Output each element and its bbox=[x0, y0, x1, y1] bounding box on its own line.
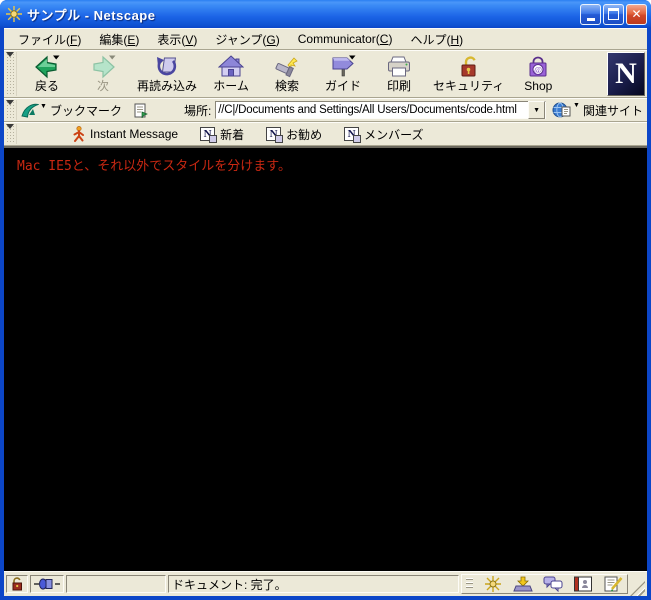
status-text: ドキュメント: 完了。 bbox=[168, 575, 459, 593]
security-label: セキュリティ bbox=[433, 79, 505, 93]
title-bar[interactable]: サンプル - Netscape ✕ bbox=[0, 0, 651, 28]
security-button[interactable]: セキュリティ bbox=[427, 53, 510, 95]
print-button[interactable]: 印刷 bbox=[371, 53, 427, 95]
search-button[interactable]: 検索 bbox=[259, 53, 315, 95]
members-button[interactable]: N メンバーズ bbox=[344, 126, 424, 143]
component-bar-gripper[interactable] bbox=[466, 578, 473, 590]
guide-icon bbox=[332, 55, 356, 77]
back-button[interactable]: 戻る bbox=[19, 53, 75, 95]
component-bar bbox=[461, 574, 628, 594]
home-icon bbox=[218, 55, 245, 77]
personal-toolbar-gripper[interactable] bbox=[5, 124, 17, 144]
related-sites-button[interactable]: ▼ 関連サイト bbox=[546, 101, 647, 119]
netscape-starburst-icon bbox=[6, 6, 22, 22]
reload-label: 再読み込み bbox=[137, 79, 198, 93]
recommended-label: お勧め bbox=[286, 127, 323, 142]
url-dropdown-button[interactable]: ▼ bbox=[528, 101, 546, 119]
page-proxy-icon[interactable] bbox=[134, 103, 148, 118]
maximize-button[interactable] bbox=[603, 3, 624, 25]
bookmarks-dropdown-icon: ▼ bbox=[40, 102, 47, 110]
menu-view[interactable]: 表示(V) bbox=[149, 29, 207, 50]
bookmarks-label: ブックマーク bbox=[49, 103, 122, 118]
forward-button[interactable]: 次 bbox=[75, 53, 131, 95]
recommended-button[interactable]: N お勧め bbox=[266, 126, 322, 143]
page-message: Mac IE5と、それ以外でスタイルを分けます。 bbox=[17, 159, 291, 174]
instant-message-button[interactable]: Instant Message bbox=[71, 126, 178, 142]
print-icon bbox=[388, 56, 411, 77]
reload-icon bbox=[157, 57, 177, 76]
netscape-n-logo: N bbox=[615, 57, 637, 90]
bookmarks-button[interactable]: ▼ ブックマーク bbox=[19, 102, 128, 119]
home-button[interactable]: ホーム bbox=[203, 53, 259, 95]
related-sites-icon bbox=[552, 102, 571, 118]
reload-button[interactable]: 再読み込み bbox=[131, 53, 203, 95]
composer-icon[interactable] bbox=[603, 576, 623, 592]
location-label: 場所: bbox=[183, 103, 212, 118]
maximize-icon bbox=[608, 8, 619, 20]
forward-icon bbox=[93, 55, 116, 79]
inbox-icon[interactable] bbox=[513, 576, 533, 592]
whats-new-button[interactable]: N 新着 bbox=[200, 126, 244, 143]
n-badge-icon: N bbox=[266, 127, 284, 143]
close-icon: ✕ bbox=[631, 7, 642, 21]
navigator-icon[interactable] bbox=[483, 576, 503, 592]
aim-running-man-icon bbox=[73, 126, 84, 142]
menu-file[interactable]: ファイル(F) bbox=[10, 29, 91, 50]
location-bar-gripper[interactable] bbox=[5, 100, 17, 120]
resize-grip[interactable] bbox=[630, 581, 645, 596]
online-status-button[interactable] bbox=[30, 575, 64, 593]
menu-bar: ファイル(F) 編集(E) 表示(V) ジャンプ(G) Communicator… bbox=[4, 28, 647, 50]
related-sites-label: 関連サイト bbox=[582, 103, 643, 118]
forward-label: 次 bbox=[96, 79, 109, 93]
progress-bar bbox=[66, 575, 166, 593]
guide-button[interactable]: ガイド bbox=[315, 53, 371, 95]
home-label: ホーム bbox=[213, 79, 249, 93]
status-bar: ドキュメント: 完了。 bbox=[4, 571, 647, 596]
members-label: メンバーズ bbox=[364, 127, 424, 142]
minimize-button[interactable] bbox=[580, 3, 601, 25]
search-icon bbox=[275, 57, 298, 78]
window-title: サンプル - Netscape bbox=[27, 7, 156, 23]
plug-icon bbox=[34, 578, 60, 590]
minimize-icon bbox=[586, 17, 595, 21]
security-icon bbox=[461, 56, 476, 77]
n-badge-icon: N bbox=[344, 127, 362, 143]
instant-message-label: Instant Message bbox=[90, 127, 179, 141]
navigation-toolbar: 戻る 次 再読み込み ホーム 検索 ガイド 印刷 セキュリティ @ Shop N bbox=[4, 50, 647, 98]
open-lock-icon bbox=[12, 577, 22, 591]
discussions-icon[interactable] bbox=[543, 576, 563, 592]
browser-viewport[interactable]: Mac IE5と、それ以外でスタイルを分けます。 bbox=[4, 146, 647, 571]
back-label: 戻る bbox=[34, 79, 59, 93]
toolbar-gripper[interactable] bbox=[5, 52, 17, 96]
search-label: 検索 bbox=[275, 79, 300, 93]
back-icon bbox=[35, 55, 60, 79]
netscape-window: サンプル - Netscape ✕ ファイル(F) 編集(E) 表示(V) ジャ… bbox=[0, 0, 651, 600]
menu-communicator[interactable]: Communicator(C) bbox=[290, 30, 403, 48]
guide-label: ガイド bbox=[325, 79, 362, 93]
shop-icon: @ bbox=[529, 56, 547, 77]
personal-toolbar: Instant Message N 新着 N お勧め N メンバーズ bbox=[4, 122, 647, 146]
n-badge-icon: N bbox=[200, 127, 218, 143]
related-sites-dropdown-icon: ▼ bbox=[573, 102, 580, 109]
address-book-icon[interactable] bbox=[573, 576, 593, 592]
shop-label: Shop bbox=[524, 79, 553, 93]
location-bar: ▼ ブックマーク 場所: //C|/Documents and Settings… bbox=[4, 98, 647, 122]
shop-button[interactable]: @ Shop bbox=[510, 53, 566, 95]
svg-text:@: @ bbox=[534, 64, 542, 74]
bookmarks-icon bbox=[21, 103, 39, 118]
menu-go[interactable]: ジャンプ(G) bbox=[207, 29, 289, 50]
menu-help[interactable]: ヘルプ(H) bbox=[402, 29, 473, 50]
url-text[interactable]: //C|/Documents and Settings/All Users/Do… bbox=[216, 104, 528, 116]
menu-edit[interactable]: 編集(E) bbox=[91, 29, 149, 50]
close-button[interactable]: ✕ bbox=[626, 3, 647, 25]
netscape-throbber[interactable]: N bbox=[607, 52, 645, 96]
url-field[interactable]: //C|/Documents and Settings/All Users/Do… bbox=[215, 101, 547, 119]
whats-new-label: 新着 bbox=[220, 127, 245, 142]
print-label: 印刷 bbox=[387, 79, 412, 93]
security-status-button[interactable] bbox=[6, 575, 28, 593]
